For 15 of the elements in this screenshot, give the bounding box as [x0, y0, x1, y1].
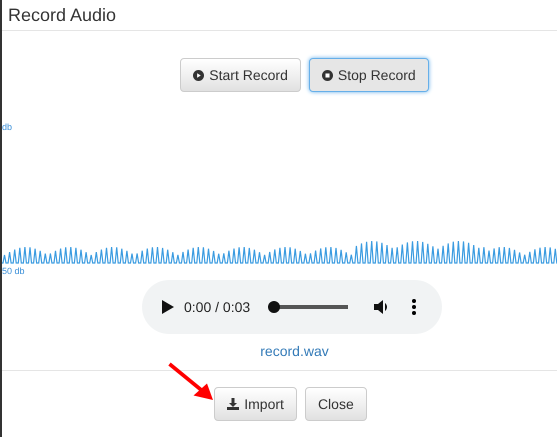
window-title: Record Audio	[2, 0, 557, 31]
footer-button[interactable]: Import	[214, 387, 297, 421]
stop-icon	[322, 70, 333, 80]
footer-button[interactable]: Close	[304, 387, 367, 421]
playback-time: 0:00 / 0:03	[184, 299, 250, 315]
arrow-drawing	[168, 362, 216, 402]
record-button[interactable]: Start Record	[180, 58, 301, 92]
file-link[interactable]: record.wav	[32, 343, 557, 359]
play-icon	[193, 70, 204, 80]
download-icon	[227, 398, 240, 410]
axis-label: 50 db	[2, 266, 25, 276]
more-icon[interactable]	[412, 299, 416, 315]
play-icon[interactable]	[162, 300, 174, 314]
record-button[interactable]: Stop Record	[308, 58, 429, 92]
axis-label: db	[2, 122, 12, 132]
